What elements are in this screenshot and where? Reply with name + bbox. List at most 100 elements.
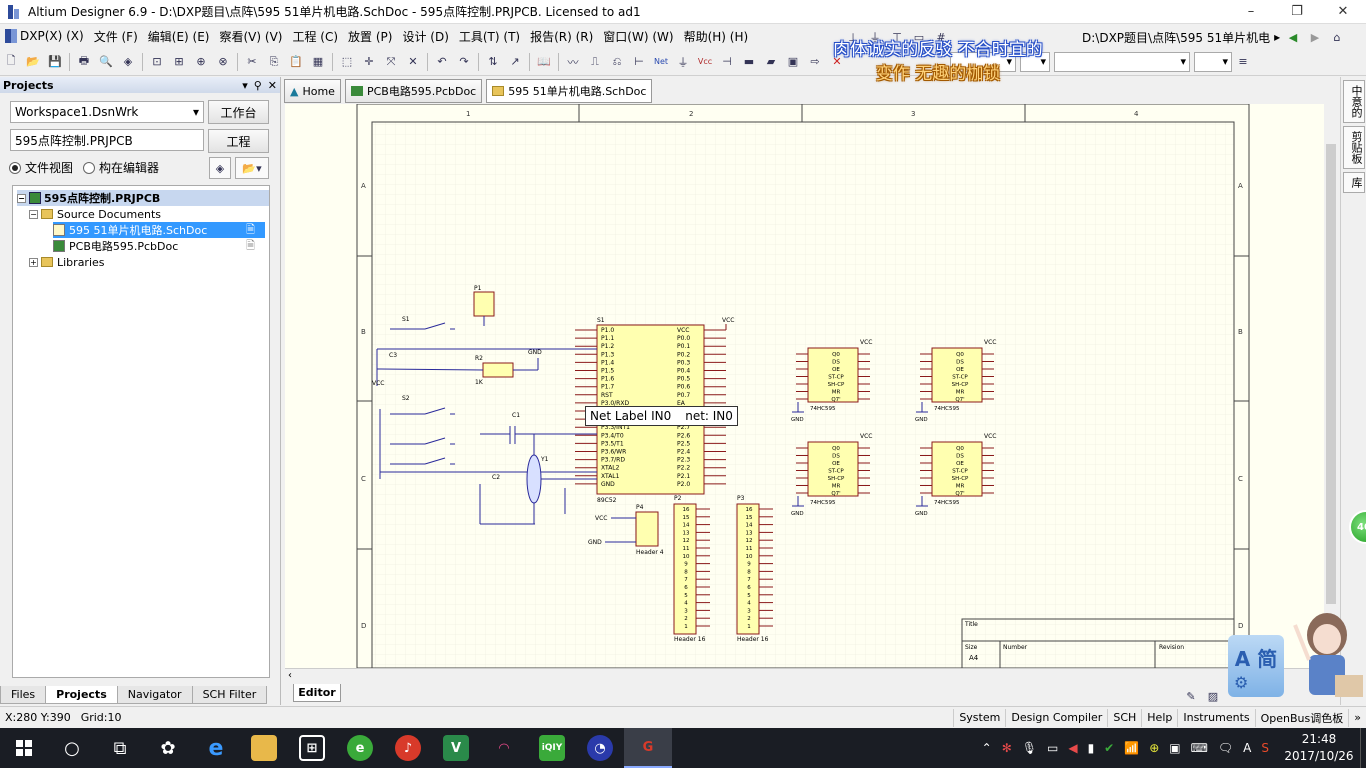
folder-menu-icon[interactable]: 📂▾ [235,157,269,179]
bus-tool-icon[interactable]: ⎍ [585,52,605,72]
undo-icon[interactable]: ↶ [432,52,452,72]
layers-icon[interactable]: ◈ [118,52,138,72]
clear-filter-icon[interactable]: ✕ [403,52,423,72]
device-sheet-icon[interactable]: ▣ [783,52,803,72]
chat-app-icon[interactable]: ◔ [576,728,624,768]
pinwheel-app-icon[interactable]: ✿ [144,728,192,768]
paste-icon[interactable]: 📋 [286,52,306,72]
zoom-fit-icon[interactable]: ⊡ [147,52,167,72]
status-openbus[interactable]: OpenBus调色板 [1254,708,1349,727]
iqiyi-icon[interactable]: iQIY [528,728,576,768]
tray-expand-icon[interactable]: ⌃ [982,741,992,755]
volume-icon[interactable]: ◀ [1068,741,1077,755]
signal-harness-icon[interactable]: ⊢ [629,52,649,72]
start-icon[interactable] [0,728,48,768]
sheet-symbol-icon[interactable]: ▬ [739,52,759,72]
panel-menu-icon[interactable]: ▾ [242,79,248,92]
wave-app-icon[interactable]: ◠ [480,728,528,768]
menu-dxp[interactable]: DXP(X) (X) [0,25,89,47]
filter-combo-4[interactable]: ▾ [1194,51,1232,72]
search-icon[interactable]: ○ [48,728,96,768]
status-system[interactable]: System [953,708,1005,727]
tab-libraries[interactable]: 库 [1343,172,1365,193]
radio-file-view[interactable] [9,161,21,174]
tree-libraries[interactable]: + Libraries [29,254,281,270]
hierarchy-icon[interactable]: ⇅ [483,52,503,72]
task-view-icon[interactable]: ⧉ [96,728,144,768]
open-icon[interactable]: 📂 [23,52,43,72]
file-explorer-icon[interactable] [240,728,288,768]
network-icon[interactable]: 📶 [1124,741,1139,755]
layers-view-icon[interactable]: ◈ [209,157,231,179]
status-more-icon[interactable]: » [1348,708,1366,727]
net-label-icon[interactable]: Net [651,52,671,72]
move-icon[interactable]: ✛ [359,52,379,72]
ime-indicator[interactable]: A [1243,741,1251,755]
vertical-scroll-thumb[interactable] [1326,144,1336,604]
copy-icon[interactable]: ⎘ [264,52,284,72]
sogou-icon[interactable]: S [1261,741,1269,755]
horizontal-scrollbar[interactable]: ‹ [285,668,1324,684]
workspace-select[interactable]: Workspace1.DsnWrk ▾ [10,101,204,123]
menu-view[interactable]: 察看(V) (V) [215,25,288,47]
tab-favorites[interactable]: 中意的 [1343,80,1365,123]
expand-icon[interactable]: + [29,257,38,267]
new-icon[interactable]: 🗋 [1,52,21,72]
close-button[interactable]: ✕ [1320,0,1366,24]
tree-root[interactable]: − 595点阵控制.PRJPCB [17,190,269,206]
tray-plus-icon[interactable]: ⊕ [1149,741,1159,755]
pen-icon[interactable]: ✎ [1181,686,1201,706]
toolbar-options-icon[interactable]: ≡ [1233,52,1253,72]
tab-projects[interactable]: Projects [45,686,118,704]
rubber-stamp-icon[interactable]: ▦ [308,52,328,72]
preview-icon[interactable]: 🔍 [96,52,116,72]
bus-entry-icon[interactable]: ⎌ [607,52,627,72]
shield-icon[interactable]: ✔ [1104,741,1114,755]
tab-navigator[interactable]: Navigator [116,686,193,704]
notification-icon[interactable]: 🗨 [1218,741,1233,755]
path-combo[interactable]: D:\DXP题目\点阵\595 51单片机电 ▸ [1079,27,1281,47]
filter-combo-3[interactable]: ▾ [1054,51,1190,72]
collapse-icon[interactable]: − [17,193,26,203]
tree-doc-pcb[interactable]: PCB电路595.PcbDoc 🗎 [53,238,265,254]
tree-source-documents[interactable]: − Source Documents [29,206,281,222]
netease-music-icon[interactable]: ♪ [384,728,432,768]
store-icon[interactable]: ⊞ [288,728,336,768]
save-icon[interactable]: 💾 [45,52,65,72]
status-help[interactable]: Help [1141,708,1177,727]
zoom-menu-icon[interactable]: ⊗ [213,52,233,72]
cross-probe-icon[interactable]: ↗ [505,52,525,72]
scroll-left-icon[interactable]: ‹ [288,670,292,681]
browse-library-icon[interactable]: 📖 [534,52,554,72]
home-nav-icon[interactable]: ⌂ [1327,27,1347,47]
edge-icon[interactable]: e [192,728,240,768]
menu-project[interactable]: 工程 (C) [287,25,343,47]
tree-doc-schematic[interactable]: 595 51单片机电路.SchDoc 🗎 [53,222,265,238]
status-design-compiler[interactable]: Design Compiler [1005,708,1107,727]
radio-struct-editor[interactable] [83,161,96,174]
tab-sch-filter[interactable]: SCH Filter [191,686,268,704]
menu-help[interactable]: 帮助(H) (H) [679,25,754,47]
status-sch[interactable]: SCH [1107,708,1141,727]
menu-tools[interactable]: 工具(T) (T) [454,25,525,47]
deselect-icon[interactable]: ⤧ [381,52,401,72]
part-icon[interactable]: ⊣ [717,52,737,72]
menu-design[interactable]: 设计 (D) [397,25,453,47]
gnd-port-icon[interactable]: ⏚ [673,52,693,72]
schematic-canvas[interactable]: 1 2 3 4 A B C D A B C D S1 89C52 P1.0 P1.… [285,104,1324,668]
tray-app-icon[interactable]: ✻ [1002,741,1012,755]
back-icon[interactable]: ◀ [1283,27,1303,47]
menu-place[interactable]: 放置 (P) [343,25,397,47]
tab-clipboard[interactable]: 剪贴板 [1343,126,1365,169]
battery-icon[interactable]: ▮ [1088,741,1095,755]
wire-icon[interactable]: 〰 [563,52,583,72]
menu-file[interactable]: 文件 (F) [89,25,143,47]
print-icon[interactable]: 🖶 [74,52,94,72]
pin-icon[interactable]: ⚲ [254,79,262,92]
vcc-port-icon[interactable]: Vcc [695,52,715,72]
redo-icon[interactable]: ↷ [454,52,474,72]
altium-taskbar-icon[interactable]: G [624,728,672,768]
editor-tab[interactable]: Editor [293,684,341,702]
vim-app-icon[interactable]: V [432,728,480,768]
project-field[interactable]: 595点阵控制.PRJPCB [10,129,204,151]
